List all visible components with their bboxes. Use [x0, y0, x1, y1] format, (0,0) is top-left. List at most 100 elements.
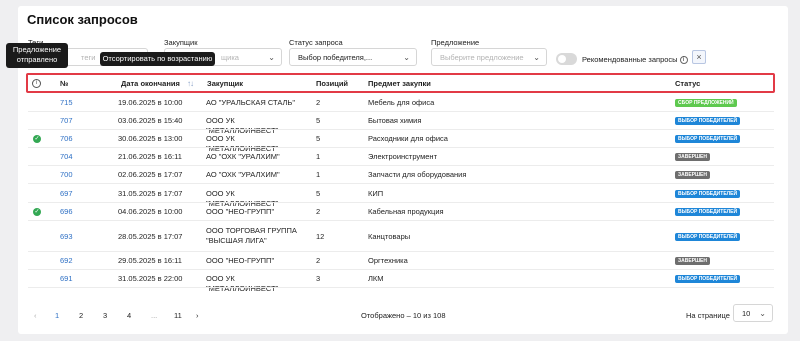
- end-date-cell: 03.06.2025 в 15:40: [118, 116, 183, 125]
- status-badge: ВЫБОР ПОБЕДИТЕЛЕЙ: [675, 233, 741, 241]
- tags-placeholder: теги: [81, 53, 96, 62]
- offer-placeholder: Выберите предложение: [440, 53, 524, 62]
- subject-cell: Бытовая химия: [368, 116, 422, 125]
- buyer-cell: ООО "НЕО-ГРУПП": [206, 256, 275, 265]
- end-date-cell: 28.05.2025 в 17:07: [118, 232, 183, 241]
- page-11[interactable]: 11: [174, 311, 182, 320]
- offer-sent-check-icon: ✓: [33, 208, 41, 216]
- buyer-cell: АО "ОХК "УРАЛХИМ": [206, 152, 280, 161]
- buyer-cell: ООО ТОРГОВАЯ ГРУППА "ВЫСШАЯ ЛИГА": [206, 226, 297, 245]
- positions-cell: 2: [316, 207, 321, 216]
- end-date-cell: 31.05.2025 в 17:07: [118, 189, 183, 198]
- table-row[interactable]: 704 21.06.2025 в 16:11 АО "ОХК "УРАЛХИМ" 1 Э…: [28, 148, 774, 166]
- request-number-link[interactable]: 704: [60, 152, 73, 161]
- chevron-down-icon: ⌄: [533, 53, 540, 62]
- page-2[interactable]: 2: [79, 311, 83, 320]
- buyer-cell: ООО "НЕО-ГРУПП": [206, 207, 275, 216]
- end-date-cell: 30.06.2025 в 13:00: [118, 134, 183, 143]
- positions-cell: 5: [316, 116, 321, 125]
- buyer-filter-label: Закупщик: [164, 38, 198, 47]
- offer-sent-check-icon: ✓: [33, 135, 41, 143]
- table-row[interactable]: ✓ 706 30.06.2025 в 13:00 ООО УК "МЕТАЛЛОИНВ…: [28, 130, 774, 153]
- table-row[interactable]: 693 28.05.2025 в 17:07 ООО ТОРГОВАЯ ГРУППА…: [28, 221, 774, 252]
- sort-tooltip: Отсортировать по возрастанию: [100, 52, 215, 66]
- column-header-end-date[interactable]: Дата окончания: [121, 79, 180, 88]
- subject-cell: Канцтовары: [368, 232, 411, 241]
- page-ellipsis: ...: [151, 311, 158, 320]
- next-page-button[interactable]: ›: [196, 311, 199, 320]
- subject-cell: Мебель для офиса: [368, 98, 435, 107]
- page-title: Список запросов: [27, 12, 138, 27]
- per-page-select[interactable]: 10 ⌄: [733, 304, 773, 322]
- request-number-link[interactable]: 692: [60, 256, 73, 265]
- page-1[interactable]: 1: [55, 311, 59, 320]
- table-row[interactable]: 707 03.06.2025 в 15:40 ООО УК "МЕТАЛЛОИНВЕ…: [28, 112, 774, 135]
- request-number-link[interactable]: 697: [60, 189, 73, 198]
- status-select-value: Выбор победителя,...: [298, 53, 373, 62]
- page-3[interactable]: 3: [103, 311, 107, 320]
- positions-cell: 1: [316, 170, 321, 179]
- column-header-buyer[interactable]: Закупщик: [207, 79, 243, 88]
- status-badge: СБОР ПРЕДЛОЖЕНИЙ: [675, 99, 737, 107]
- positions-cell: 5: [316, 134, 321, 143]
- per-page-value: 10: [742, 309, 751, 318]
- request-number-link[interactable]: 693: [60, 232, 73, 241]
- table-row[interactable]: 692 29.05.2025 в 16:11 ООО "НЕО-ГРУПП" 2 Орг…: [28, 252, 774, 270]
- end-date-cell: 31.05.2025 в 22:00: [118, 274, 183, 283]
- end-date-cell: 02.06.2025 в 17:07: [118, 170, 183, 179]
- request-number-link[interactable]: 696: [60, 207, 73, 216]
- column-header-positions[interactable]: Позиций: [316, 79, 348, 88]
- positions-cell: 3: [316, 274, 321, 283]
- table-row[interactable]: 700 02.06.2025 в 17:07 АО "ОХК "УРАЛХИМ" 1 З…: [28, 166, 774, 184]
- positions-cell: 5: [316, 189, 321, 198]
- subject-cell: Кабельная продукция: [368, 207, 444, 216]
- info-icon[interactable]: i: [32, 79, 41, 88]
- subject-cell: Электроинструмент: [368, 152, 438, 161]
- chevron-down-icon: ⌄: [759, 309, 766, 318]
- end-date-cell: 04.06.2025 в 10:00: [118, 207, 183, 216]
- request-number-link[interactable]: 691: [60, 274, 73, 283]
- column-header-subject[interactable]: Предмет закупки: [368, 79, 431, 88]
- buyer-cell: АО "УРАЛЬСКАЯ СТАЛЬ": [206, 98, 295, 107]
- request-number-link[interactable]: 715: [60, 98, 73, 107]
- status-badge: ВЫБОР ПОБЕДИТЕЛЕЙ: [675, 190, 741, 198]
- end-date-cell: 21.06.2025 в 16:11: [118, 152, 182, 161]
- status-badge: ЗАВЕРШЕН: [675, 153, 710, 161]
- positions-cell: 1: [316, 152, 321, 161]
- status-badge: ВЫБОР ПОБЕДИТЕЛЕЙ: [675, 117, 741, 125]
- per-page-label: На странице: [686, 311, 730, 320]
- table-row[interactable]: 691 31.05.2025 в 22:00 ООО УК "МЕТАЛЛОИНВЕ…: [28, 270, 774, 293]
- table-row[interactable]: 697 31.05.2025 в 17:07 ООО УК "МЕТАЛЛОИНВЕ…: [28, 184, 774, 208]
- buyer-cell: АО "ОХК "УРАЛХИМ": [206, 170, 280, 179]
- offer-sent-tooltip: Предложение отправлено: [6, 43, 68, 68]
- column-header-num[interactable]: №: [60, 79, 68, 88]
- recommended-toggle[interactable]: [556, 53, 577, 65]
- prev-page-button[interactable]: ‹: [34, 311, 37, 320]
- recommended-label: Рекомендованные запросы: [582, 55, 678, 64]
- request-number-link[interactable]: 707: [60, 116, 73, 125]
- request-number-link[interactable]: 706: [60, 134, 73, 143]
- column-header-status[interactable]: Статус: [675, 79, 700, 88]
- status-select[interactable]: Выбор победителя,... ⌄: [289, 48, 417, 66]
- positions-cell: 12: [316, 232, 325, 241]
- subject-cell: Запчасти для оборудования: [368, 170, 467, 179]
- page-4[interactable]: 4: [127, 311, 131, 320]
- table-row[interactable]: ✓ 696 04.06.2025 в 10:00 ООО "НЕО-ГРУПП" 2 Ка…: [28, 203, 774, 221]
- table-row[interactable]: 715 19.06.2025 в 10:00 АО "УРАЛЬСКАЯ СТАЛЬ…: [28, 94, 774, 112]
- offer-select[interactable]: Выберите предложение ⌄: [431, 48, 547, 66]
- clear-filters-button[interactable]: ×: [692, 50, 706, 64]
- status-badge: ВЫБОР ПОБЕДИТЕЛЕЙ: [675, 135, 741, 143]
- subject-cell: Оргтехника: [368, 256, 408, 265]
- sort-icon[interactable]: ↑↓: [187, 79, 194, 88]
- request-number-link[interactable]: 700: [60, 170, 73, 179]
- status-badge: ЗАВЕРШЕН: [675, 171, 710, 179]
- subject-cell: Расходники для офиса: [368, 134, 448, 143]
- positions-cell: 2: [316, 256, 321, 265]
- positions-cell: 2: [316, 98, 321, 107]
- subject-cell: КИП: [368, 189, 384, 198]
- end-date-cell: 29.05.2025 в 16:11: [118, 256, 182, 265]
- info-icon[interactable]: i: [679, 56, 688, 65]
- end-date-cell: 19.06.2025 в 10:00: [118, 98, 183, 107]
- status-filter-label: Статус запроса: [289, 38, 343, 47]
- status-badge: ВЫБОР ПОБЕДИТЕЛЕЙ: [675, 208, 741, 216]
